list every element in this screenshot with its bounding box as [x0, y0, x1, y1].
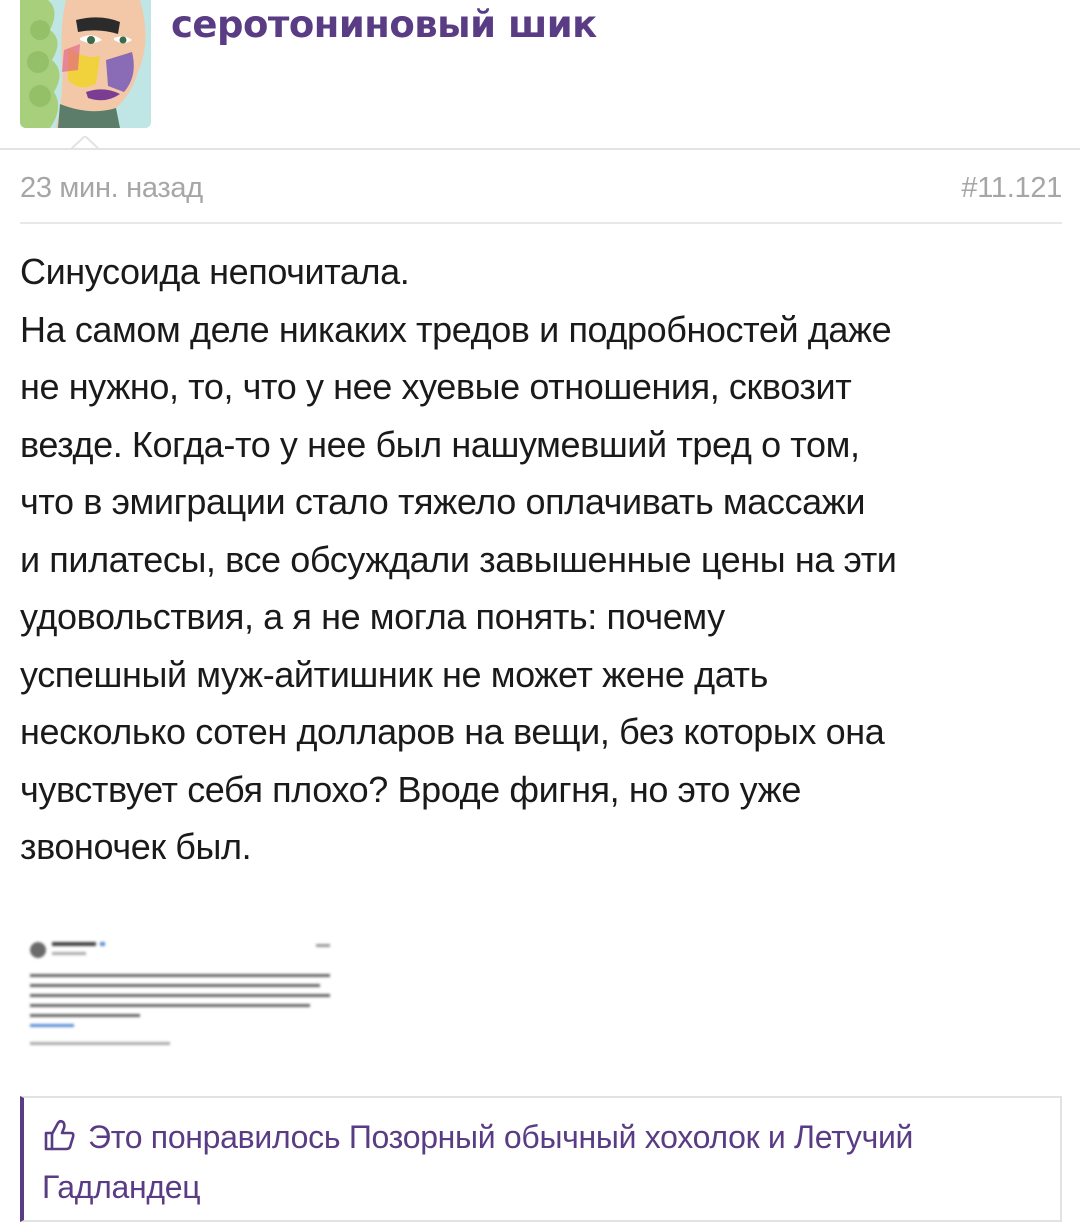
post-header: серотониновый шик: [0, 0, 1080, 150]
author-avatar[interactable]: [20, 0, 151, 128]
blurred-tweet-screenshot[interactable]: [20, 930, 340, 1062]
post-body: Синусоида непочитала. На самом деле ника…: [20, 243, 1070, 876]
post-number[interactable]: #11.121: [961, 172, 1062, 205]
post-line: На самом деле никаких тредов и подробнос…: [20, 308, 892, 350]
post-line: чувствует себя плохо? Вроде фигня, но эт…: [20, 768, 801, 810]
likes-text[interactable]: Это понравилось Позорный обычный хохолок…: [42, 1112, 1042, 1212]
post-line: и пилатесы, все обсуждали завышенные цен…: [20, 538, 897, 580]
post-line: Синусоида непочитала.: [20, 251, 410, 292]
post-line: удовольствия, а я не могла понять: почем…: [20, 596, 725, 637]
post-line: не нужно, то, что у нее хуевые отношения…: [20, 366, 852, 407]
post-time: 23 мин. назад: [20, 172, 203, 204]
post-line: несколько сотен долларов на вещи, без ко…: [20, 711, 885, 752]
post-meta: 23 мин. назад #11.121: [20, 168, 1062, 224]
post-line: звоночек был.: [20, 826, 252, 867]
likes-panel: Это понравилось Позорный обычный хохолок…: [20, 1096, 1062, 1222]
post-line: успешный муж-айтишник не может жене дать: [20, 653, 768, 695]
author-name[interactable]: серотониновый шик: [171, 3, 597, 46]
post-line: везде. Когда-то у нее был нашумевший тре…: [20, 423, 860, 465]
post-line: что в эмиграции стало тяжело оплачивать …: [20, 481, 866, 522]
